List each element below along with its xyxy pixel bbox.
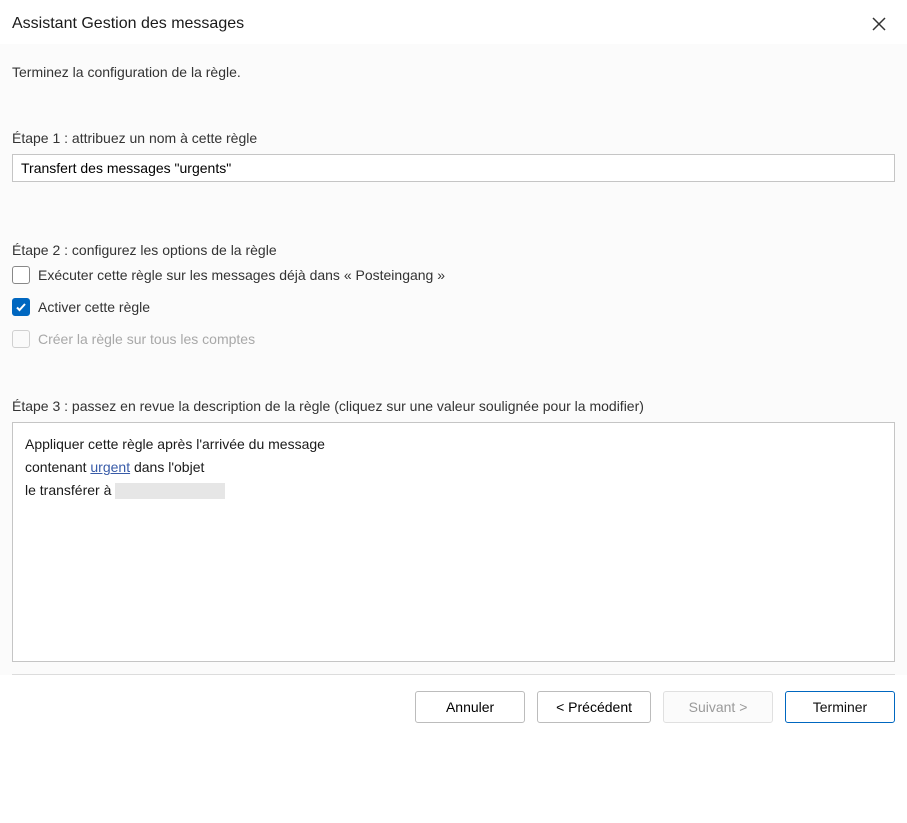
desc-line-1: Appliquer cette règle après l'arrivée du…: [25, 433, 882, 456]
activate-rule-label: Activer cette règle: [38, 299, 150, 315]
step1-label: Étape 1 : attribuez un nom à cette règle: [12, 130, 895, 146]
subject-keyword-link[interactable]: urgent: [90, 459, 130, 475]
next-button: Suivant >: [663, 691, 773, 723]
all-accounts-label: Créer la règle sur tous les comptes: [38, 331, 255, 347]
back-button[interactable]: < Précédent: [537, 691, 651, 723]
run-on-existing-checkbox[interactable]: [12, 266, 30, 284]
cancel-button[interactable]: Annuler: [415, 691, 525, 723]
checkmark-icon: [15, 301, 27, 313]
activate-rule-checkbox[interactable]: [12, 298, 30, 316]
instruction-text: Terminez la configuration de la règle.: [12, 56, 895, 80]
close-icon: [871, 16, 887, 32]
step2-label: Étape 2 : configurez les options de la r…: [12, 242, 895, 258]
window-title: Assistant Gestion des messages: [12, 15, 244, 33]
rule-name-input[interactable]: [12, 154, 895, 182]
all-accounts-checkbox: [12, 330, 30, 348]
rule-description-box[interactable]: Appliquer cette règle après l'arrivée du…: [12, 422, 895, 662]
run-on-existing-label: Exécuter cette règle sur les messages dé…: [38, 267, 445, 283]
step3-label: Étape 3 : passez en revue la description…: [12, 398, 895, 414]
finish-button[interactable]: Terminer: [785, 691, 895, 723]
separator: [12, 674, 895, 675]
desc-line-3: le transférer à: [25, 479, 882, 502]
forward-recipient-link[interactable]: [115, 483, 225, 499]
desc-line-2: contenant urgent dans l'objet: [25, 456, 882, 479]
close-button[interactable]: [863, 8, 895, 40]
